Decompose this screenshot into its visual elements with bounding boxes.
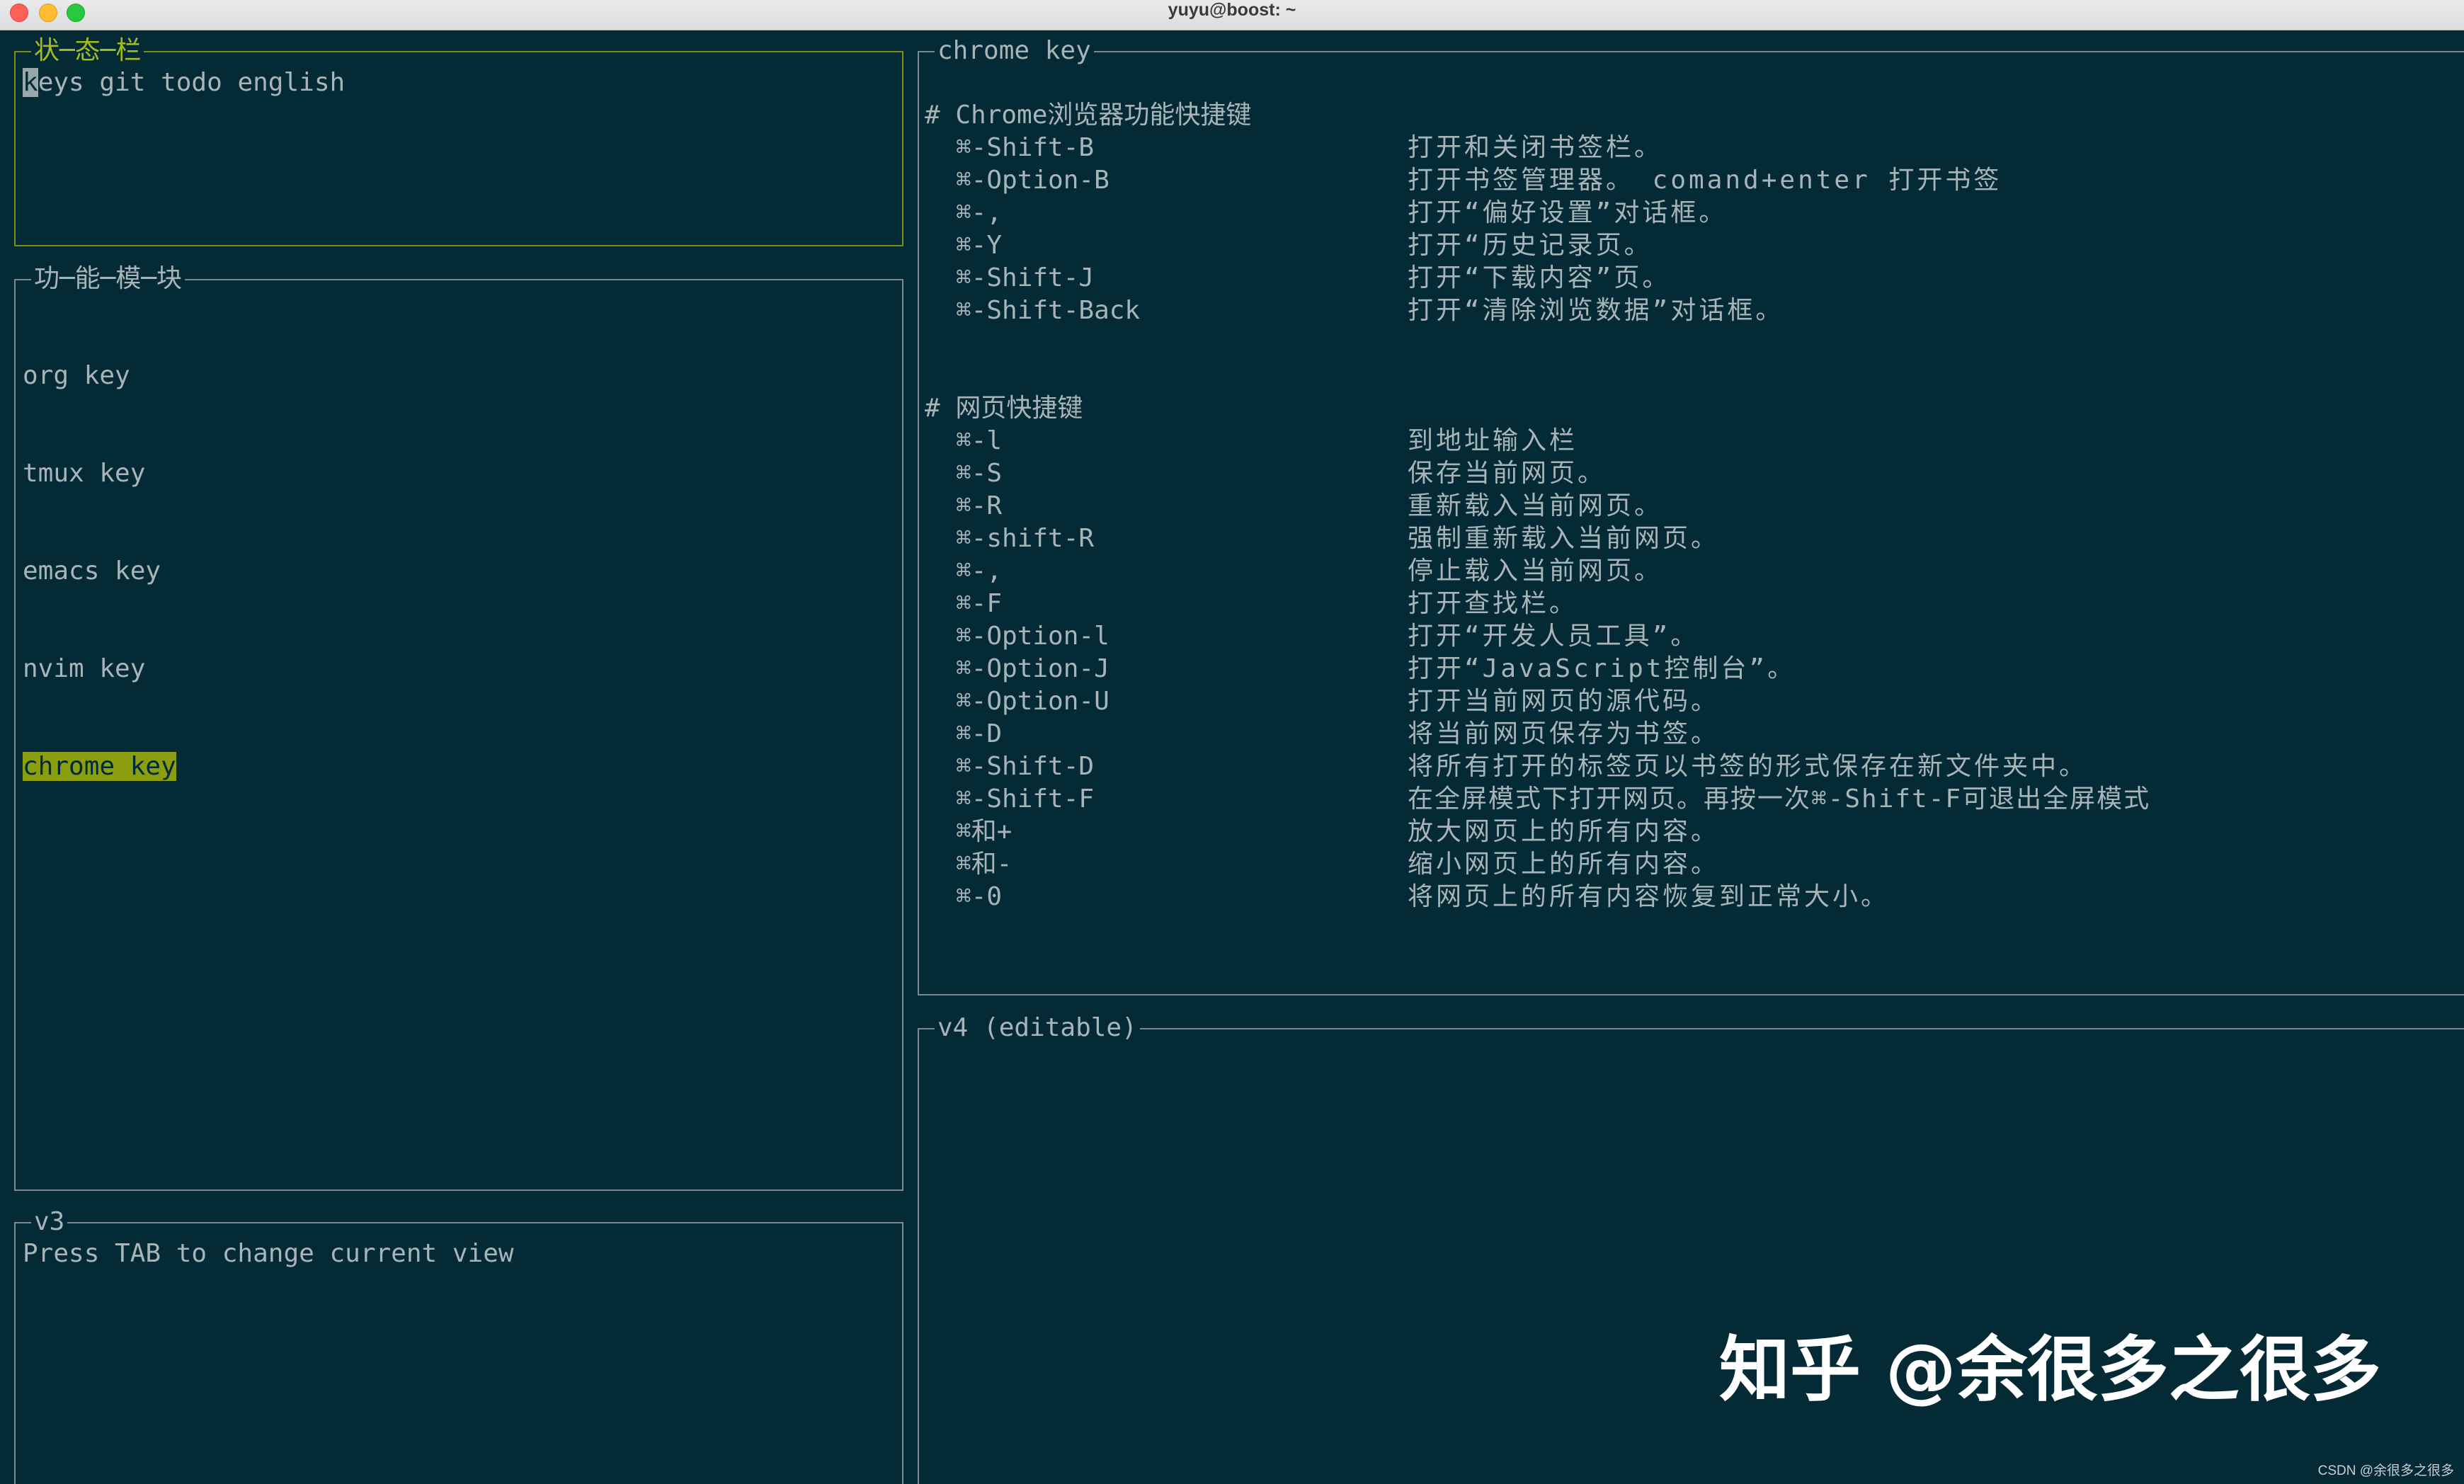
- v3-panel-title: v3: [31, 1208, 68, 1236]
- module-item-org[interactable]: org key: [23, 360, 176, 392]
- status-line-text: eys git todo english: [38, 68, 346, 97]
- module-panel[interactable]: 功─能─模─块 org key tmux key emacs key nvim …: [14, 265, 903, 1191]
- shortcut-key: ⌘-D: [956, 719, 1003, 748]
- v4-editable-panel[interactable]: v4 (editable): [918, 1014, 2464, 1484]
- shortcut-desc: 打开“清除浏览数据”对话框。: [1408, 296, 1784, 325]
- shortcut-key: ⌘和+: [956, 817, 1013, 846]
- shortcut-key: ⌘-Shift-F: [956, 784, 1095, 814]
- shortcut-desc: 打开和关闭书签栏。: [1408, 133, 1663, 162]
- status-panel-title: 状─态─栏: [31, 37, 144, 65]
- shortcut-desc: 到地址输入栏: [1408, 426, 1578, 455]
- module-item-chrome[interactable]: chrome key: [23, 750, 176, 783]
- shortcut-desc: 打开“下载内容”页。: [1408, 263, 1671, 292]
- shortcut-desc: 缩小网页上的所有内容。: [1408, 850, 1720, 879]
- shortcut-key: ⌘-F: [956, 589, 1003, 618]
- module-item-nvim[interactable]: nvim key: [23, 653, 176, 685]
- shortcut-key: ⌘-l: [956, 426, 1003, 455]
- csdn-watermark: CSDN @余很多之很多: [2317, 1463, 2454, 1478]
- shortcut-key: ⌘-,: [956, 556, 1003, 586]
- shortcut-desc: 将网页上的所有内容恢复到正常大小。: [1408, 882, 1890, 911]
- text-cursor: k: [23, 68, 38, 97]
- shortcut-desc: 打开“偏好设置”对话框。: [1408, 198, 1728, 227]
- module-list: org key tmux key emacs key nvim key chro…: [23, 295, 176, 848]
- shortcut-desc: 打开书签管理器。 comand+enter 打开书签: [1408, 166, 2002, 195]
- window-titlebar: yuyu@boost: ~: [0, 0, 2464, 30]
- zhihu-watermark: 知乎 @余很多之很多: [1719, 1328, 2381, 1411]
- shortcut-key: ⌘-Option-J: [956, 654, 1110, 683]
- section-heading-webpage: # 网页快捷键: [925, 394, 1083, 423]
- selected-module-highlight: chrome key: [23, 752, 176, 781]
- shortcut-desc: 打开查找栏。: [1408, 589, 1578, 618]
- shortcut-desc: 打开“开发人员工具”。: [1408, 622, 1699, 651]
- shortcut-desc: 打开“JavaScript控制台”。: [1408, 654, 1796, 683]
- shortcut-key: ⌘-shift-R: [956, 524, 1095, 553]
- shortcut-desc: 在全屏模式下打开网页。再按一次⌘-Shift-F可退出全屏模式: [1408, 784, 2151, 814]
- shortcut-key: ⌘-,: [956, 198, 1003, 227]
- window-title: yuyu@boost: ~: [1168, 0, 1296, 20]
- shortcut-key: ⌘-R: [956, 491, 1003, 520]
- shortcut-key: ⌘-Option-U: [956, 687, 1110, 716]
- shortcut-desc: 保存当前网页。: [1408, 459, 1607, 488]
- shortcut-key: ⌘-Option-B: [956, 166, 1110, 195]
- shortcut-desc: 停止载入当前网页。: [1408, 556, 1663, 586]
- shortcut-key: ⌘-S: [956, 459, 1003, 488]
- shortcut-key: ⌘和-: [956, 850, 1013, 879]
- shortcut-key: ⌘-0: [956, 882, 1003, 911]
- v3-help-text: Press TAB to change current view: [23, 1239, 514, 1268]
- shortcut-key: ⌘-Option-l: [956, 622, 1110, 651]
- shortcut-desc: 强制重新载入当前网页。: [1408, 524, 1720, 553]
- section-heading-browser: # Chrome浏览器功能快捷键: [925, 101, 1252, 130]
- shortcut-desc: 打开“历史记录页。: [1408, 231, 1653, 260]
- status-panel[interactable]: 状─态─栏 keys git todo english: [14, 37, 903, 246]
- shortcut-key: ⌘-Shift-J: [956, 263, 1095, 292]
- shortcut-desc: 将当前网页保存为书签。: [1408, 719, 1720, 748]
- status-panel-content[interactable]: keys git todo english: [23, 67, 345, 99]
- module-item-tmux[interactable]: tmux key: [23, 457, 176, 490]
- v3-panel[interactable]: v3 Press TAB to change current view: [14, 1208, 903, 1484]
- shortcut-desc: 重新载入当前网页。: [1408, 491, 1663, 520]
- shortcut-key: ⌘-Shift-D: [956, 752, 1095, 781]
- shortcut-key: ⌘-Shift-Back: [956, 296, 1141, 325]
- shortcut-key: ⌘-Shift-B: [956, 133, 1095, 162]
- shortcut-desc: 放大网页上的所有内容。: [1408, 817, 1720, 846]
- shortcut-desc: 将所有打开的标签页以书签的形式保存在新文件夹中。: [1408, 752, 2088, 781]
- shortcut-desc: 打开当前网页的源代码。: [1408, 687, 1720, 716]
- chrome-key-panel-title: chrome key: [935, 37, 1094, 65]
- module-item-emacs[interactable]: emacs key: [23, 555, 176, 588]
- v4-panel-title: v4 (editable): [935, 1014, 1140, 1042]
- module-panel-title: 功─能─模─块: [31, 265, 186, 293]
- shortcut-key: ⌘-Y: [956, 231, 1003, 260]
